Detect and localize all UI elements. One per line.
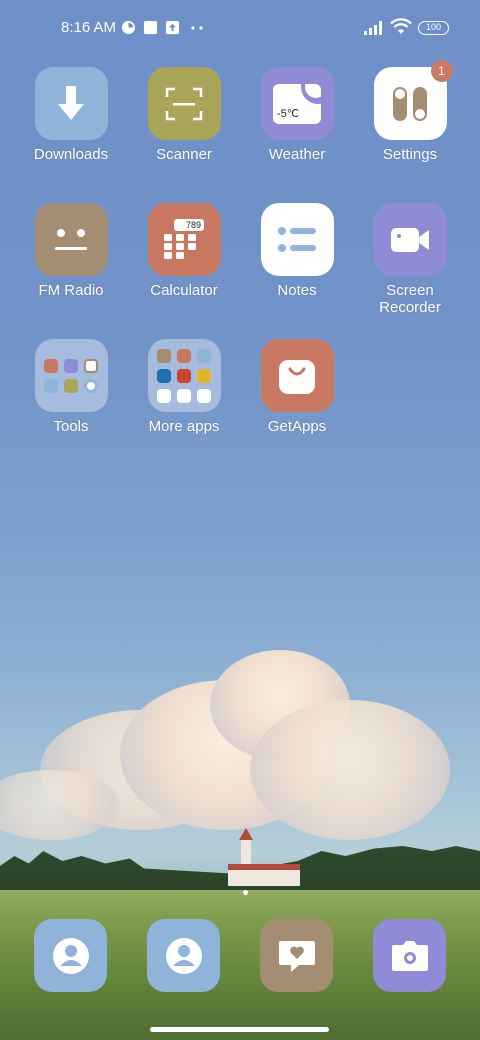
dock-contacts-1[interactable] [34, 919, 107, 992]
app-label: Scanner [156, 146, 212, 163]
calculator-display: 789 [174, 218, 204, 231]
status-bar: 8:16 AM 100 [0, 0, 480, 56]
app-label: Calculator [150, 282, 218, 299]
dock-messaging[interactable] [260, 919, 333, 992]
battery-icon: 100 [418, 21, 449, 35]
radio-face-icon [34, 203, 108, 276]
app-calculator[interactable]: 789 Calculator [129, 203, 239, 299]
messaging-heart-icon [278, 940, 315, 972]
folder-more-apps[interactable]: More apps [129, 339, 239, 435]
app-label: GetApps [267, 418, 327, 435]
app-fm-radio[interactable]: FM Radio [16, 203, 126, 299]
home-indicator[interactable] [150, 1027, 329, 1032]
app-weather[interactable]: -5℃ Weather [242, 67, 352, 163]
app-getapps[interactable]: GetApps [242, 339, 352, 435]
shopping-bag-icon [260, 339, 334, 412]
settings-toggle-icon: 1 [373, 60, 453, 140]
app-label: Tools [53, 418, 89, 435]
app-label: Downloads [33, 146, 109, 163]
more-dots-icon [191, 26, 203, 30]
app-label: Weather [268, 146, 326, 163]
app-downloads[interactable]: Downloads [16, 67, 126, 163]
page-indicator-dot [243, 890, 248, 895]
folder-icon [34, 339, 108, 412]
app-label: Settings [382, 146, 438, 163]
upload-icon [165, 20, 180, 35]
signal-icon [364, 21, 382, 35]
app-label: Notes [277, 282, 317, 299]
app-notes[interactable]: Notes [242, 203, 352, 299]
download-icon [34, 67, 108, 140]
notification-square-icon [143, 20, 158, 35]
notification-badge: 1 [430, 60, 453, 82]
status-time: 8:16 AM [61, 19, 117, 36]
notes-list-icon [260, 203, 334, 276]
app-scanner[interactable]: Scanner [129, 67, 239, 163]
scan-icon [147, 67, 221, 140]
wifi-icon [390, 18, 412, 34]
contacts-icon [165, 937, 202, 974]
app-screen-recorder[interactable]: Screen Recorder [355, 203, 465, 316]
app-label: More apps [148, 418, 220, 435]
weather-temp: -5℃ [277, 107, 300, 120]
dock-contacts-2[interactable] [147, 919, 220, 992]
folder-tools[interactable]: Tools [16, 339, 126, 435]
app-label: Screen Recorder [379, 282, 441, 316]
dock-camera[interactable] [373, 919, 446, 992]
app-settings[interactable]: 1 Settings [355, 60, 465, 163]
camera-icon [391, 940, 428, 971]
weather-icon: -5℃ [260, 67, 334, 140]
data-saver-icon [121, 20, 136, 35]
calculator-icon: 789 [147, 203, 221, 276]
app-label: FM Radio [38, 282, 104, 299]
video-camera-icon [373, 203, 447, 276]
contacts-icon [52, 937, 89, 974]
folder-icon [147, 339, 221, 412]
